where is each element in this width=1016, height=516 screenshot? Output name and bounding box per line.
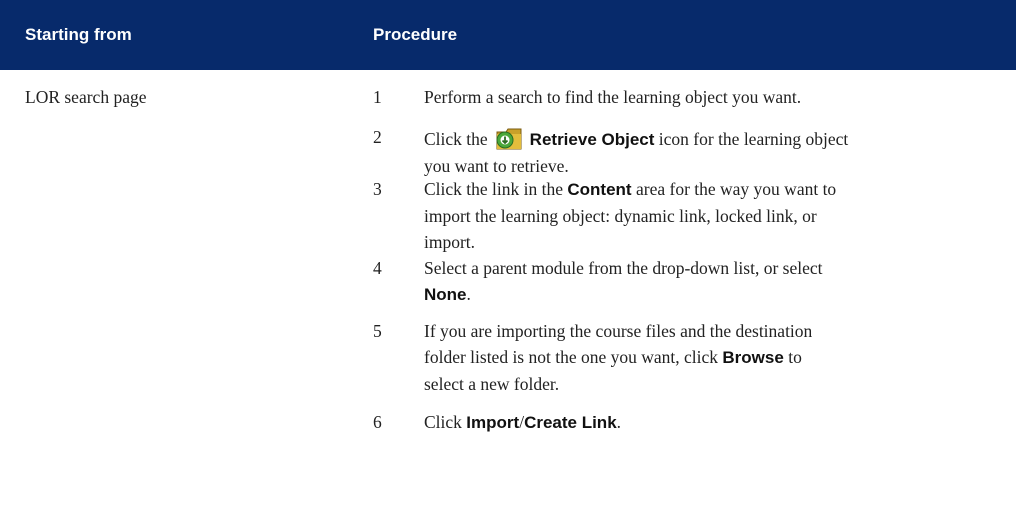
step-text-segment: . xyxy=(466,284,471,304)
table-header: Starting from Procedure xyxy=(0,0,1016,70)
step-text-segment: Click the link in the xyxy=(424,179,564,199)
step-text: Perform a search to find the learning ob… xyxy=(424,84,1004,110)
step-text-segment: icon for the learning object xyxy=(658,129,849,149)
step-text-segment: Click xyxy=(424,412,462,432)
step-text: Select a parent module from the drop-dow… xyxy=(424,255,1004,308)
step-text-segment: area for the way you want to xyxy=(635,179,837,199)
step-text-segment: . xyxy=(616,412,622,432)
step-line: Perform a search to find the learning ob… xyxy=(424,87,802,107)
step-text: Click the Retrieve Object icon for the l… xyxy=(424,124,1004,179)
step-number: 6 xyxy=(373,412,382,432)
step-line: Select a parent module from the drop-dow… xyxy=(424,258,823,278)
step-text-segment: to xyxy=(788,347,802,367)
step-text: Click the link in the Content area for t… xyxy=(424,176,1004,255)
retrieve-object-label: Retrieve Object xyxy=(529,130,655,149)
step-line: None. xyxy=(424,281,1004,308)
step-line: select a new folder. xyxy=(424,374,560,394)
content-area-label: Content xyxy=(567,180,632,199)
header-starting-from: Starting from xyxy=(25,25,132,44)
browse-button-label: Browse xyxy=(722,348,784,367)
step-text: Click Import/Create Link. xyxy=(424,409,1004,436)
step-number: 5 xyxy=(373,321,382,341)
starting-from-cell: LOR search page xyxy=(25,87,147,107)
step-line: import the learning object: dynamic link… xyxy=(424,206,817,226)
none-option-label: None xyxy=(424,285,467,304)
retrieve-object-icon xyxy=(496,128,522,150)
header-procedure: Procedure xyxy=(373,25,458,44)
import-label: Import xyxy=(466,413,520,432)
step-number: 2 xyxy=(373,127,382,147)
step-line: If you are importing the course files an… xyxy=(424,321,813,341)
step-number: 4 xyxy=(373,258,382,278)
step-text-segment: folder listed is not the one you want, c… xyxy=(424,347,719,367)
step-line: Click the Retrieve Object icon for the l… xyxy=(424,124,1004,153)
step-number: 3 xyxy=(373,179,382,199)
step-text: If you are importing the course files an… xyxy=(424,318,1004,397)
step-line: import. xyxy=(424,232,476,252)
step-line: Click Import/Create Link. xyxy=(424,409,1004,436)
step-line: Click the link in the Content area for t… xyxy=(424,176,1004,203)
step-number: 1 xyxy=(373,87,382,107)
step-text-segment: Click the xyxy=(424,129,488,149)
create-link-label: Create Link xyxy=(524,413,617,432)
step-line: folder listed is not the one you want, c… xyxy=(424,344,1004,371)
